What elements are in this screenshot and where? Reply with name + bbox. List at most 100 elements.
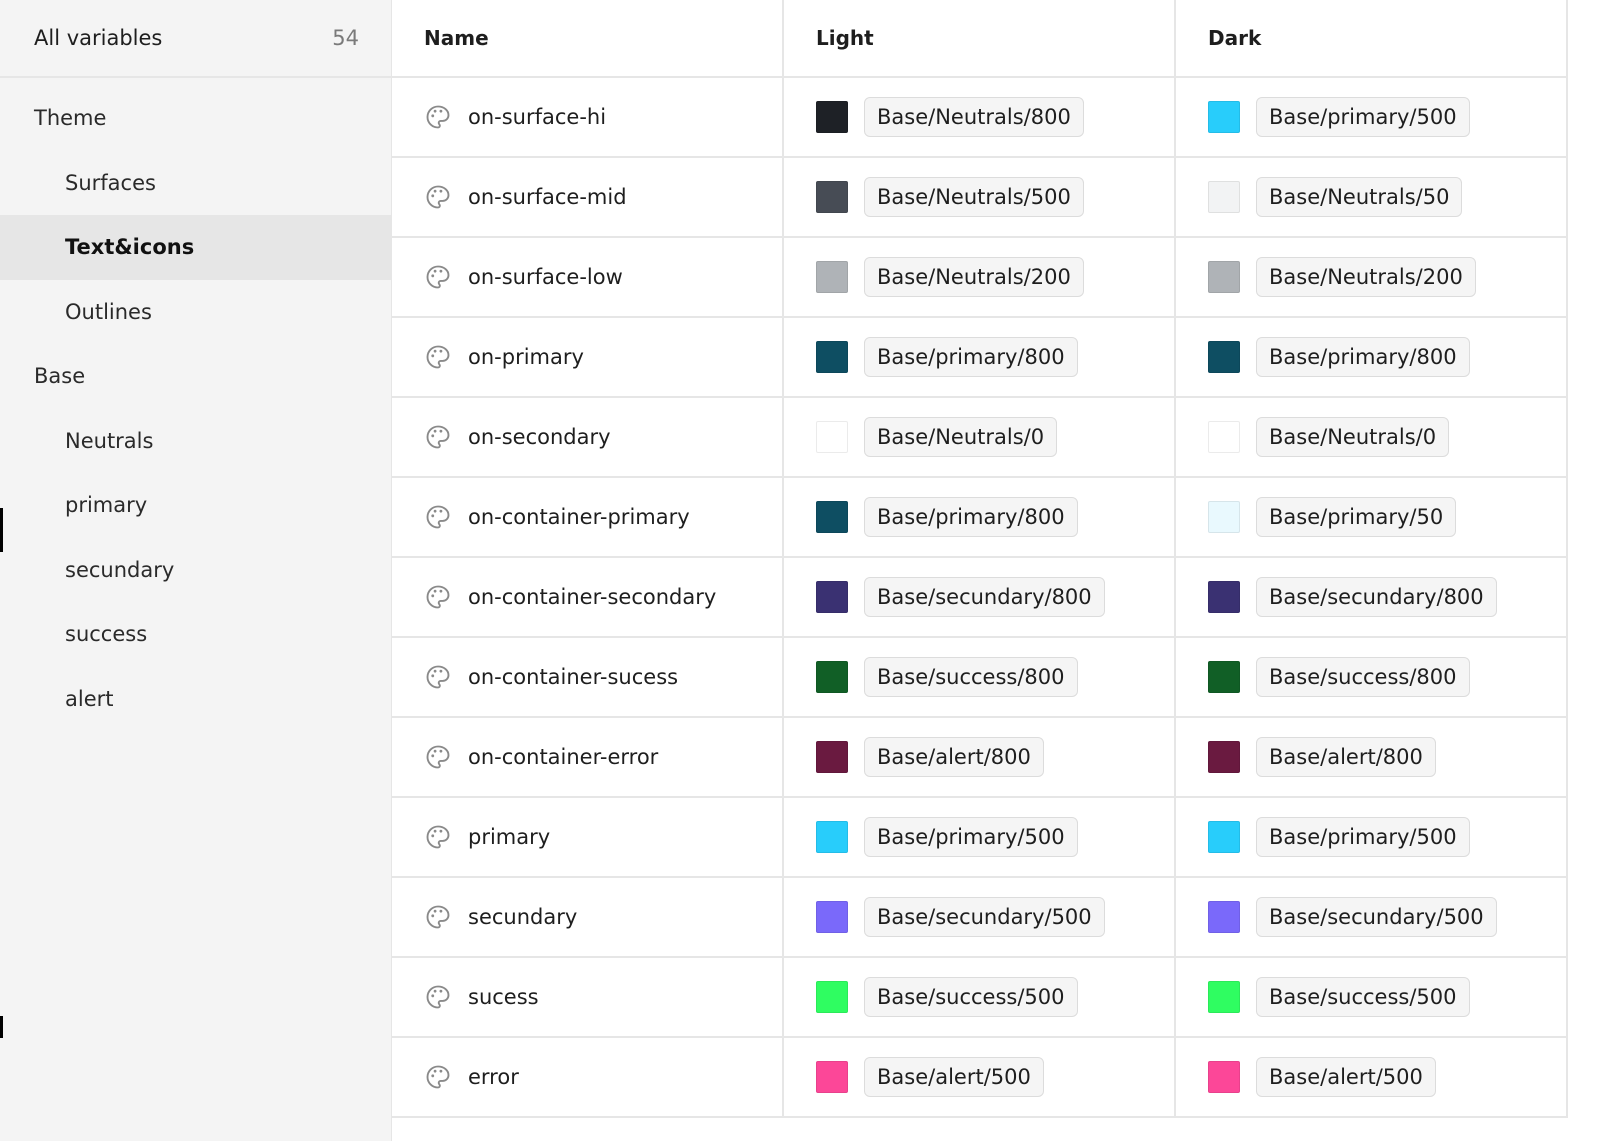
variable-name[interactable]: on-container-sucess [468,665,678,689]
alias-token-chip[interactable]: Base/alert/800 [864,737,1044,777]
alias-token-chip[interactable]: Base/secundary/500 [1256,897,1497,937]
column-header-light[interactable]: Light [784,0,1176,76]
variable-name[interactable]: on-container-primary [468,505,690,529]
table-row[interactable]: primary Base/primary/500 Base/primary/500 [392,798,1568,878]
alias-token-chip[interactable]: Base/secundary/800 [1256,577,1497,617]
collection-nav: Theme Surfaces Text&icons Outlines Base Neutr… [0,78,391,731]
alias-token-chip[interactable]: Base/success/800 [864,657,1078,697]
alias-token-chip[interactable]: Base/primary/500 [1256,97,1470,137]
color-swatch[interactable] [816,661,848,693]
color-swatch[interactable] [1208,421,1240,453]
table-row[interactable]: on-primary Base/primary/800 Base/primary/8… [392,318,1568,398]
color-swatch[interactable] [1208,821,1240,853]
color-swatch[interactable] [816,821,848,853]
alias-token-chip[interactable]: Base/secundary/500 [864,897,1105,937]
alias-token-chip[interactable]: Base/alert/500 [864,1057,1044,1097]
color-swatch[interactable] [1208,501,1240,533]
alias-token-chip[interactable]: Base/primary/50 [1256,497,1457,537]
color-swatch[interactable] [816,901,848,933]
table-row[interactable]: error Base/alert/500 Base/alert/500 [392,1038,1568,1118]
table-row[interactable]: secundary Base/secundary/500 Base/secundar… [392,878,1568,958]
sidebar-item-text-icons[interactable]: Text&icons [0,215,391,280]
color-swatch[interactable] [1208,981,1240,1013]
variable-name[interactable]: on-primary [468,345,584,369]
light-value-cell: Base/primary/800 [784,318,1176,396]
alias-token-chip[interactable]: Base/success/500 [864,977,1078,1017]
color-swatch[interactable] [816,181,848,213]
table-row[interactable]: sucess Base/success/500 Base/success/500 [392,958,1568,1038]
sidebar-item-theme[interactable]: Theme [0,86,391,151]
alias-token-chip[interactable]: Base/success/800 [1256,657,1470,697]
variable-name[interactable]: on-secondary [468,425,611,449]
sidebar-item-primary[interactable]: primary [0,473,391,538]
table-row[interactable]: on-surface-hi Base/Neutrals/800 Base/prima… [392,78,1568,158]
alias-token-chip[interactable]: Base/Neutrals/50 [1256,177,1463,217]
light-value-cell: Base/secundary/500 [784,878,1176,956]
alias-token-chip[interactable]: Base/success/500 [1256,977,1470,1017]
color-swatch[interactable] [1208,901,1240,933]
table-row[interactable]: on-secondary Base/Neutrals/0 Base/Neutrals… [392,398,1568,478]
table-row[interactable]: on-container-secondary Base/secundary/800… [392,558,1568,638]
alias-token-chip[interactable]: Base/secundary/800 [864,577,1105,617]
table-row[interactable]: on-container-error Base/alert/800 Base/ale… [392,718,1568,798]
sidebar-item-outlines[interactable]: Outlines [0,280,391,345]
all-variables-header[interactable]: All variables 54 [0,0,391,78]
variables-count: 54 [332,26,359,50]
table-row[interactable]: on-container-primary Base/primary/800 Base… [392,478,1568,558]
color-swatch[interactable] [1208,101,1240,133]
table-row[interactable]: on-surface-low Base/Neutrals/200 Base/Neut… [392,238,1568,318]
color-swatch[interactable] [816,421,848,453]
variable-name[interactable]: sucess [468,985,539,1009]
variable-name[interactable]: error [468,1065,519,1089]
alias-token-chip[interactable]: Base/Neutrals/200 [864,257,1084,297]
column-header-name[interactable]: Name [392,0,784,76]
variable-name[interactable]: on-container-secondary [468,585,716,609]
alias-token-chip[interactable]: Base/Neutrals/0 [864,417,1058,457]
color-swatch[interactable] [1208,1061,1240,1093]
name-cell: on-container-secondary [392,558,784,636]
alias-token-chip[interactable]: Base/primary/800 [864,497,1078,537]
alias-token-chip[interactable]: Base/primary/500 [864,817,1078,857]
variable-name[interactable]: on-container-error [468,745,658,769]
alias-token-chip[interactable]: Base/alert/800 [1256,737,1436,777]
color-swatch[interactable] [1208,661,1240,693]
color-swatch[interactable] [816,741,848,773]
color-swatch[interactable] [816,101,848,133]
color-swatch[interactable] [816,981,848,1013]
alias-token-chip[interactable]: Base/alert/500 [1256,1057,1436,1097]
alias-token-chip[interactable]: Base/Neutrals/800 [864,97,1084,137]
column-header-dark[interactable]: Dark [1176,0,1568,76]
alias-token-chip[interactable]: Base/primary/500 [1256,817,1470,857]
color-swatch[interactable] [1208,341,1240,373]
sidebar-item-surfaces[interactable]: Surfaces [0,151,391,216]
color-swatch[interactable] [816,1061,848,1093]
variable-name[interactable]: secundary [468,905,577,929]
alias-token-chip[interactable]: Base/Neutrals/500 [864,177,1084,217]
sidebar-item-base[interactable]: Base [0,344,391,409]
alias-token-chip[interactable]: Base/primary/800 [864,337,1078,377]
variable-name[interactable]: primary [468,825,550,849]
color-swatch[interactable] [1208,741,1240,773]
color-swatch[interactable] [816,341,848,373]
variable-name[interactable]: on-surface-low [468,265,623,289]
sidebar-item-secundary[interactable]: secundary [0,538,391,603]
color-swatch[interactable] [816,501,848,533]
color-swatch[interactable] [816,261,848,293]
alias-token-chip[interactable]: Base/primary/800 [1256,337,1470,377]
light-value-cell: Base/primary/500 [784,798,1176,876]
variable-name[interactable]: on-surface-hi [468,105,606,129]
alias-token-chip[interactable]: Base/Neutrals/200 [1256,257,1476,297]
sidebar-item-success[interactable]: success [0,602,391,667]
sidebar-item-label: primary [65,493,148,518]
light-value-cell: Base/secundary/800 [784,558,1176,636]
table-row[interactable]: on-container-sucess Base/success/800 Base/… [392,638,1568,718]
color-swatch[interactable] [1208,181,1240,213]
color-swatch[interactable] [1208,261,1240,293]
color-swatch[interactable] [1208,581,1240,613]
variable-name[interactable]: on-surface-mid [468,185,627,209]
alias-token-chip[interactable]: Base/Neutrals/0 [1256,417,1450,457]
sidebar-item-neutrals[interactable]: Neutrals [0,409,391,474]
table-row[interactable]: on-surface-mid Base/Neutrals/500 Base/Neut… [392,158,1568,238]
sidebar-item-alert[interactable]: alert [0,667,391,732]
color-swatch[interactable] [816,581,848,613]
